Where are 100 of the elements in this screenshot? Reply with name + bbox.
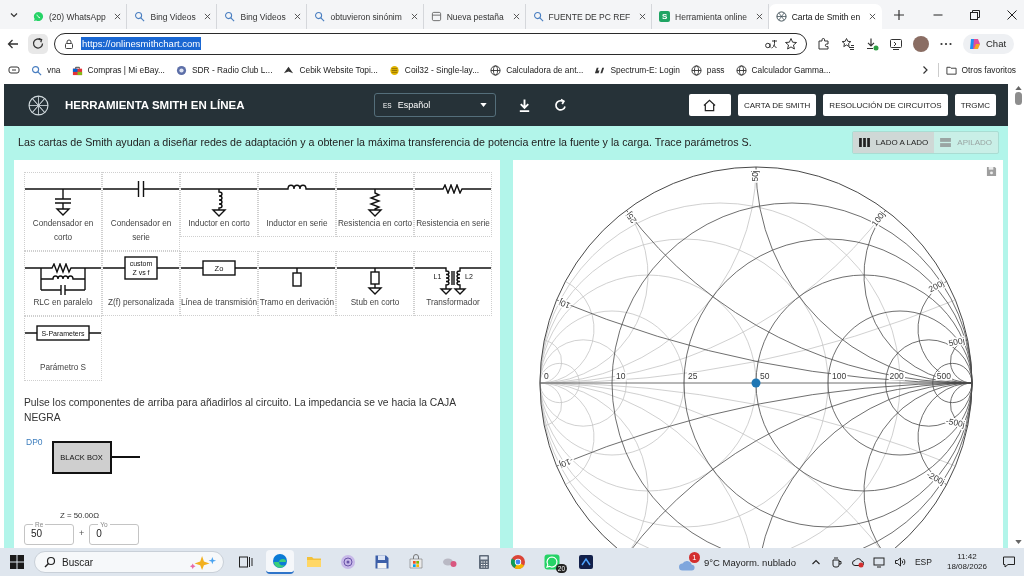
cup-icon[interactable] [830, 556, 843, 568]
scroll-up-icon[interactable] [1014, 86, 1022, 90]
component-tile[interactable]: Stub en corto [336, 251, 414, 316]
clock-time[interactable]: 11:42 [957, 552, 977, 562]
component-tile[interactable]: Resistencia en serie [414, 172, 492, 237]
browser-tab[interactable]: Bing Videos [217, 4, 308, 29]
search-icon [31, 64, 42, 76]
nav-button[interactable]: RESOLUCIÓN DE CIRCUITOS [823, 94, 948, 116]
home-button[interactable] [688, 94, 731, 116]
browser-tab[interactable]: (20) WhatsApp [26, 4, 128, 29]
component-tile[interactable]: Inductor en serie [258, 172, 336, 237]
monitor-icon[interactable] [872, 556, 885, 568]
lock-icon[interactable] [63, 37, 75, 50]
resistance-label: 100 [831, 371, 848, 381]
browser-tab[interactable]: Carta de Smith en [768, 4, 882, 29]
tab-actions-icon[interactable] [8, 64, 20, 76]
scrollbar-thumb[interactable] [1014, 92, 1022, 105]
bookmark[interactable]: Cebik Website Topi... [283, 64, 378, 76]
component-tile[interactable]: Condensador en serie [102, 172, 180, 251]
reactance-label: 200j [926, 277, 946, 295]
refresh-icon[interactable] [553, 97, 568, 113]
impedance-marker-icon[interactable] [751, 378, 761, 388]
folder-icon [945, 64, 957, 76]
cloud-alert-icon[interactable] [851, 556, 864, 568]
two-windows-icon [238, 554, 254, 570]
resistance-label: 10 [615, 371, 627, 381]
chat-button[interactable]: Chat [963, 33, 1015, 54]
sparkle-icon [189, 554, 217, 570]
wire-line [111, 456, 140, 458]
restore-icon[interactable] [969, 8, 981, 21]
tricolor-circle-icon [510, 554, 526, 570]
bookmark[interactable]: Calculador Gamma... [735, 64, 831, 76]
colorful-swirl-icon [968, 36, 982, 51]
download-icon[interactable] [517, 97, 532, 113]
bookmark[interactable]: SDR - Radio Club L... [175, 64, 273, 76]
puzzle-icon[interactable] [817, 36, 831, 51]
close-icon[interactable] [512, 13, 520, 20]
bookmark[interactable]: Compras | Mi eBay... [71, 64, 165, 76]
plus-sign: + [79, 528, 85, 538]
close-icon[interactable] [294, 13, 302, 20]
nav-button[interactable]: TRGMC [954, 94, 996, 116]
layout-toggle-button[interactable]: LADO A LADO [852, 131, 935, 153]
close-icon[interactable] [639, 13, 647, 20]
orb-icon [340, 554, 356, 570]
component-tile[interactable]: Tramo en derivación [258, 251, 336, 316]
resistance-label: 0 [543, 371, 550, 381]
component-tile[interactable]: Inductor en corto [180, 172, 258, 237]
browser-tab[interactable]: Nueva pestaña [423, 4, 526, 29]
reactance-label: 25j [623, 210, 639, 226]
bookmark[interactable]: Calculadora de ant... [490, 64, 584, 76]
plus-icon[interactable] [893, 8, 905, 21]
search-field[interactable]: Buscar [62, 554, 162, 570]
close-icon[interactable] [755, 13, 763, 20]
close-icon[interactable] [1006, 8, 1018, 21]
component-tile[interactable]: RLC en paralelo [24, 251, 102, 316]
component-tile[interactable]: Resistencia en corto [336, 172, 414, 237]
scroll-down-icon[interactable] [1014, 540, 1022, 544]
round-badge-icon [175, 64, 187, 76]
close-icon[interactable] [204, 13, 212, 20]
notification-icon[interactable] [1002, 555, 1016, 569]
square-app-icon [578, 554, 594, 570]
bookmark[interactable]: Coil32 - Single-lay... [388, 64, 480, 76]
four-panes-icon[interactable] [9, 554, 25, 570]
bookmark[interactable]: pass [690, 64, 725, 76]
bookmark-folder[interactable]: Otros favoritos [945, 64, 1016, 76]
instructions-text: Pulse los componentes de arriba para añadirlos al circuito. La impedancia se ve hacia la CAJA NEGRA [24, 396, 457, 425]
search-icon [532, 11, 544, 22]
nav-button[interactable]: CARTA DE SMITH [737, 94, 817, 116]
star-icon[interactable] [784, 36, 798, 51]
close-icon[interactable] [869, 13, 876, 20]
save-icon[interactable] [986, 166, 997, 177]
star-list-icon[interactable] [841, 36, 855, 51]
bookmark[interactable]: Spectrum-E: Login [594, 64, 680, 76]
swirl-circle-icon [272, 553, 288, 569]
circle-network-icon [28, 94, 49, 116]
refresh-icon[interactable] [28, 33, 48, 54]
clock-date[interactable]: 18/08/2026 [946, 562, 987, 572]
browser-tab[interactable]: FUENTE DE PC REF [525, 4, 653, 29]
input-language[interactable]: ESP [914, 557, 932, 567]
url-text: https://onlinesmithchart.com [81, 37, 202, 50]
browser-tab[interactable]: Bing Videos [127, 4, 218, 29]
search-icon [134, 11, 146, 22]
search-icon [314, 11, 326, 22]
screen-capture-icon[interactable] [889, 36, 903, 51]
close-icon[interactable] [410, 13, 418, 20]
columns-icon [858, 137, 870, 147]
search-bar[interactable]: Buscar [34, 551, 224, 573]
browser-tab[interactable]: obtuvieron sinónim [307, 4, 424, 29]
globe-icon [690, 64, 702, 76]
component-tile[interactable]: Condensador en corto [24, 172, 102, 251]
bookmark[interactable]: vna [31, 64, 61, 76]
download-icon[interactable] [865, 36, 879, 51]
close-icon[interactable] [114, 13, 122, 20]
shopping-bag-icon [71, 64, 83, 76]
circle-network-icon [775, 11, 787, 22]
rows-icon [940, 137, 952, 147]
speaker-icon[interactable] [893, 556, 906, 568]
intro-text: Las cartas de Smith ayudan a diseñar redes de adaptación y a obtener la máxima transferencia de potencia entre la fuente y la carga. Trace parámetros S. [18, 136, 752, 148]
browser-tab[interactable]: S Herramienta online [652, 4, 769, 29]
avatar-icon[interactable] [913, 35, 929, 52]
